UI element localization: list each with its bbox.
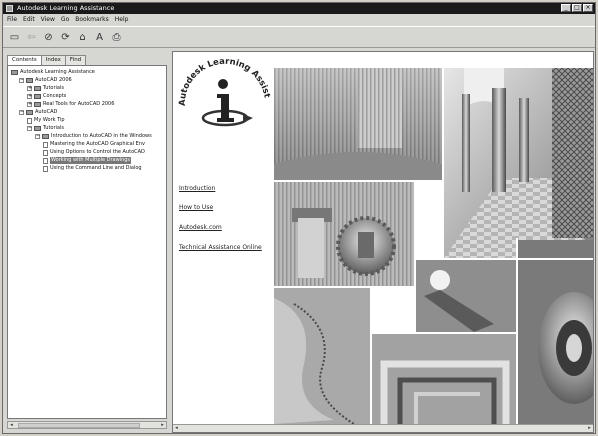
expand-icon[interactable]: + bbox=[27, 102, 32, 107]
tree-item-label: Using Options to Control the AutoCAD bbox=[50, 149, 145, 155]
content-scroll-left-icon[interactable]: ◂ bbox=[173, 425, 180, 431]
tree-item-label: My Work Tip bbox=[34, 117, 65, 123]
menu-bar: File Edit View Go Bookmarks Help bbox=[3, 15, 595, 25]
book-icon bbox=[42, 134, 49, 139]
tree-item-label: Autodesk Learning Assistance bbox=[20, 69, 95, 75]
title-bar[interactable]: Autodesk Learning Assistance _ □ × bbox=[3, 3, 595, 14]
menu-edit[interactable]: Edit bbox=[23, 15, 35, 25]
maximize-button[interactable]: □ bbox=[572, 4, 582, 12]
book-icon bbox=[34, 102, 41, 107]
tree-item[interactable]: My Work Tip bbox=[27, 117, 65, 124]
page-icon bbox=[43, 149, 48, 156]
scroll-thumb[interactable] bbox=[18, 423, 140, 428]
tab-index[interactable]: Index bbox=[40, 55, 66, 65]
tree-item[interactable]: + Concepts bbox=[27, 93, 66, 100]
collapse-icon[interactable]: − bbox=[27, 126, 32, 131]
tree-item[interactable]: + Real Tools for AutoCAD 2006 bbox=[27, 101, 114, 108]
expand-icon[interactable]: + bbox=[27, 86, 32, 91]
tree-item[interactable]: Working with Multiple Drawings bbox=[43, 157, 132, 164]
stop-button[interactable]: ⊘ bbox=[43, 32, 54, 43]
collapse-icon[interactable]: − bbox=[35, 134, 40, 139]
tree-item[interactable]: − Introduction to AutoCAD in the Windows bbox=[35, 133, 152, 140]
tree-item-label: Using the Command Line and Dialog bbox=[50, 165, 142, 171]
tree-item[interactable]: − AutoCAD 2006 bbox=[19, 77, 72, 84]
home-button[interactable]: ⌂ bbox=[77, 32, 88, 43]
menu-view[interactable]: View bbox=[41, 15, 55, 25]
hide-icon: ▭ bbox=[9, 31, 20, 43]
photo-collage bbox=[274, 68, 593, 424]
menu-bookmarks[interactable]: Bookmarks bbox=[75, 15, 109, 25]
book-icon bbox=[34, 86, 41, 91]
nav-tabs: Contents Index Find bbox=[7, 55, 87, 65]
refresh-icon: ⟳ bbox=[61, 31, 70, 43]
link-how-to-use[interactable]: How to Use bbox=[179, 204, 213, 211]
close-button[interactable]: × bbox=[583, 4, 593, 12]
tree-item-label: AutoCAD bbox=[35, 109, 58, 115]
font-button[interactable]: A bbox=[94, 32, 105, 43]
window-title: Autodesk Learning Assistance bbox=[17, 4, 115, 12]
contents-tree[interactable]: Autodesk Learning Assistance − AutoCAD 200… bbox=[7, 65, 167, 419]
page-icon bbox=[43, 141, 48, 148]
back-arrow-icon: ⇦ bbox=[27, 31, 36, 43]
print-icon: ⎙ bbox=[112, 31, 121, 43]
app-icon bbox=[6, 5, 13, 12]
print-button[interactable]: ⎙ bbox=[111, 32, 122, 43]
book-icon bbox=[11, 70, 18, 75]
tree-item-label: Mastering the AutoCAD Graphical Env bbox=[50, 141, 145, 147]
tab-find[interactable]: Find bbox=[64, 55, 87, 65]
menu-go[interactable]: Go bbox=[61, 15, 69, 25]
tree-item-label: Tutorials bbox=[43, 125, 64, 131]
tree-item[interactable]: − Tutorials bbox=[27, 125, 64, 132]
tree-item[interactable]: + Tutorials bbox=[27, 85, 64, 92]
stop-icon: ⊘ bbox=[44, 31, 53, 43]
tree-item-label: Working with Multiple Drawings bbox=[50, 157, 132, 164]
menu-file[interactable]: File bbox=[7, 15, 17, 25]
tree-item-label: Concepts bbox=[43, 93, 67, 99]
collapse-icon[interactable]: − bbox=[19, 78, 24, 83]
menu-help[interactable]: Help bbox=[115, 15, 129, 25]
font-icon: A bbox=[96, 31, 103, 43]
tab-contents[interactable]: Contents bbox=[7, 55, 42, 65]
tree-item[interactable]: Using Options to Control the AutoCAD bbox=[43, 149, 145, 156]
refresh-button[interactable]: ⟳ bbox=[60, 32, 71, 43]
minimize-button[interactable]: _ bbox=[561, 4, 571, 12]
navigation-pane: Contents Index Find Autodesk Learning As… bbox=[5, 51, 170, 433]
content-scroll-right-icon[interactable]: ▸ bbox=[586, 425, 593, 431]
content-pane: Autodesk Learning Assistance Introductio… bbox=[172, 51, 594, 433]
book-icon bbox=[26, 110, 33, 115]
home-icon: ⌂ bbox=[79, 31, 86, 43]
tree-item[interactable]: − AutoCAD bbox=[19, 109, 57, 116]
content-horizontal-scrollbar[interactable]: ◂ ▸ bbox=[173, 424, 593, 432]
tree-item[interactable]: Autodesk Learning Assistance bbox=[11, 69, 95, 76]
page-icon bbox=[27, 117, 32, 124]
scroll-right-icon[interactable]: ▸ bbox=[159, 422, 166, 428]
page-icon bbox=[43, 157, 48, 164]
tree-item[interactable]: Mastering the AutoCAD Graphical Env bbox=[43, 141, 145, 148]
book-icon bbox=[26, 78, 33, 83]
link-autodesk-com[interactable]: Autodesk.com bbox=[179, 224, 222, 231]
tree-item-label: AutoCAD 2006 bbox=[35, 77, 72, 83]
toolbar: ▭ ⇦ ⊘ ⟳ ⌂ A ⎙ bbox=[3, 26, 595, 48]
tree-item-label: Tutorials bbox=[43, 85, 64, 91]
tree-item[interactable]: Using the Command Line and Dialog bbox=[43, 165, 142, 172]
hide-button[interactable]: ▭ bbox=[9, 32, 20, 43]
link-introduction[interactable]: Introduction bbox=[179, 185, 215, 192]
book-icon bbox=[34, 94, 41, 99]
expand-icon[interactable]: + bbox=[27, 94, 32, 99]
book-icon bbox=[34, 126, 41, 131]
scroll-left-icon[interactable]: ◂ bbox=[8, 422, 15, 428]
page-icon bbox=[43, 165, 48, 172]
back-button[interactable]: ⇦ bbox=[26, 32, 37, 43]
link-technical-assistance[interactable]: Technical Assistance Online bbox=[179, 244, 269, 251]
tree-item-label: Real Tools for AutoCAD 2006 bbox=[43, 101, 115, 107]
app-window: Autodesk Learning Assistance _ □ × File … bbox=[2, 2, 596, 434]
tree-item-label: Introduction to AutoCAD in the Windows bbox=[51, 133, 152, 139]
learning-assistance-logo: Autodesk Learning Assistance bbox=[177, 56, 271, 127]
nav-horizontal-scrollbar[interactable]: ◂ ▸ bbox=[7, 421, 167, 429]
collapse-icon[interactable]: − bbox=[19, 110, 24, 115]
